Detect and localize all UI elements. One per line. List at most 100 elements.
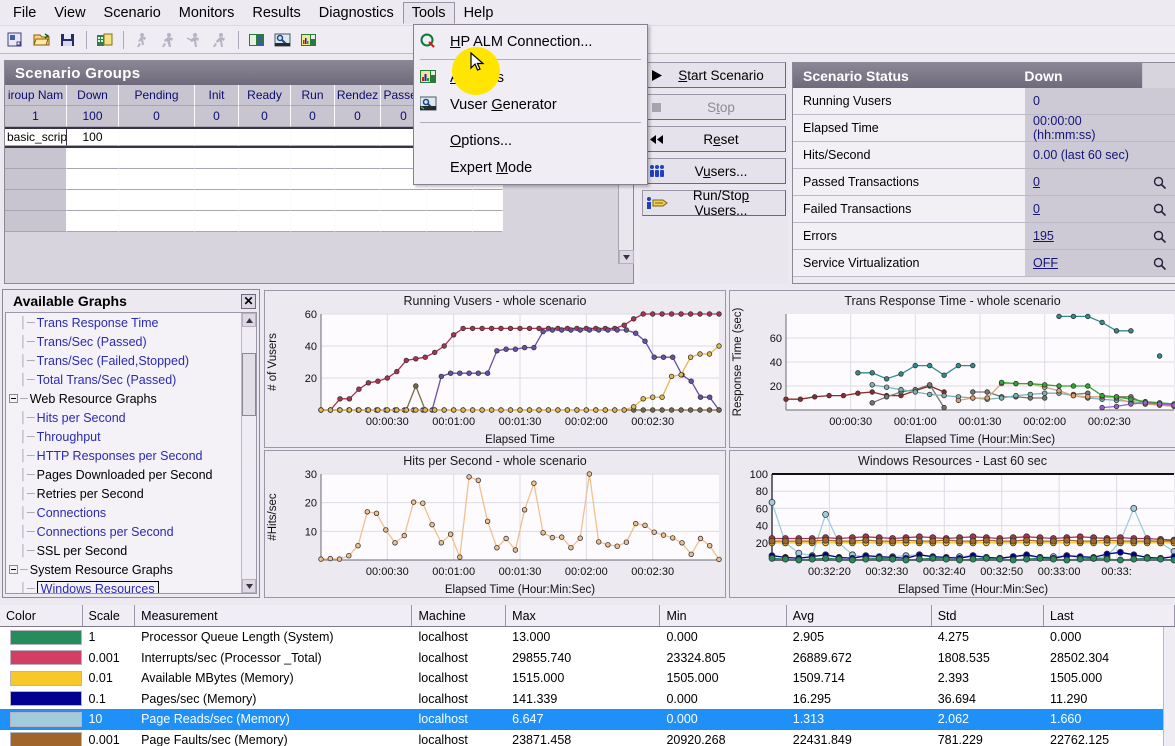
table-row[interactable]: 0.001 Page Faults/sec (Memory) localhost 23…	[0, 730, 1175, 746]
menu-item-file[interactable]: File	[4, 2, 45, 24]
tree-item-ssl-per-second[interactable]: │─ SSL per Second	[6, 541, 240, 560]
chart-windows-resources[interactable]: Windows Resources - Last 60 sec 20 40 60 80…	[729, 450, 1175, 598]
scenario-groups-icon[interactable]	[93, 29, 117, 51]
cell-measurement: Available MBytes (Memory)	[141, 671, 294, 686]
table-row[interactable]: 1 Processor Queue Length (System) localhos…	[0, 627, 1175, 648]
cell-machine: localhost	[418, 732, 468, 746]
magnifier-icon[interactable]	[1143, 250, 1175, 277]
menu-item-results[interactable]: Results	[243, 2, 309, 24]
column-header-measurement[interactable]: Measurement	[135, 605, 413, 626]
start-scenario-button[interactable]: Start Scenario	[642, 62, 786, 88]
status-value-link[interactable]: OFF	[1033, 256, 1058, 270]
tree-item-throughput[interactable]: │─ Throughput	[6, 427, 240, 446]
stop-vusers-icon[interactable]	[156, 29, 180, 51]
scroll-down-icon[interactable]	[619, 250, 634, 264]
reset-vusers-icon[interactable]	[182, 29, 206, 51]
column-header-color[interactable]: Color	[0, 605, 83, 626]
status-value[interactable]: OFF	[1025, 250, 1143, 277]
column-header-max[interactable]: Max	[506, 605, 661, 626]
tree-item-web-resource-graphs[interactable]: ─ Web Resource Graphs	[6, 389, 240, 408]
tree-item-total-trans-sec-passed[interactable]: │─ Total Trans/Sec (Passed)	[6, 370, 240, 389]
tree-item-pages-downloaded-per-second[interactable]: │─ Pages Downloaded per Second	[6, 465, 240, 484]
run-stop-vusers-icon[interactable]	[208, 29, 232, 51]
tree-connector: │─	[20, 525, 35, 538]
vuser-generator-icon[interactable]	[271, 29, 295, 51]
close-icon[interactable]: ✕	[241, 293, 256, 309]
analysis-icon[interactable]	[297, 29, 321, 51]
vusers-button[interactable]: Vusers...	[642, 158, 786, 184]
menu-item-diagnostics[interactable]: Diagnostics	[310, 2, 403, 24]
tree-connector: │─	[20, 487, 35, 500]
cell-measurement: Page Reads/sec (Memory)	[141, 712, 290, 727]
expander-icon[interactable]	[6, 565, 20, 574]
start-vusers-icon[interactable]	[130, 29, 154, 51]
available-graphs-tree[interactable]: │─ Trans Response Time │─ Trans/Sec (Passed…	[5, 312, 257, 594]
save-scenario-icon[interactable]	[56, 29, 80, 51]
run-stop-vusers-button[interactable]: Run/Stop Vusers...	[642, 188, 786, 218]
run-stop-vusers-icon	[643, 196, 671, 210]
menu-item-monitors[interactable]: Monitors	[170, 2, 244, 24]
tree-item-trans-response-time[interactable]: │─ Trans Response Time	[6, 313, 240, 332]
status-value[interactable]: 0	[1025, 196, 1143, 223]
tree-item-retries-per-second[interactable]: │─ Retries per Second	[6, 484, 240, 503]
column-header-std[interactable]: Std	[931, 605, 1045, 626]
magnifier-icon[interactable]	[1143, 169, 1175, 196]
scrollbar-thumb[interactable]	[242, 353, 256, 416]
column-header-machine[interactable]: Machine	[412, 605, 507, 626]
menu-item-scenario[interactable]: Scenario	[95, 2, 170, 24]
table-row[interactable]: 0.001 Interrupts/sec (Processor _Total) lo…	[0, 648, 1175, 669]
tree-item-connections[interactable]: │─ Connections	[6, 503, 240, 522]
menu-item-options[interactable]: Options...	[414, 127, 647, 154]
reset-button[interactable]: Reset	[642, 126, 786, 152]
measurements-scrollbar[interactable]	[1163, 627, 1175, 746]
menu-item-expert-mode[interactable]: Expert Mode	[414, 154, 647, 181]
magnifier-icon[interactable]	[1143, 223, 1175, 250]
svg-text:00:02:00: 00:02:00	[565, 566, 608, 578]
status-value[interactable]: 195	[1025, 223, 1143, 250]
scroll-up-icon[interactable]	[242, 313, 256, 327]
chart-running-vusers[interactable]: Running Vusers - whole scenario 20 40 60 00…	[264, 290, 726, 448]
column-header-scale[interactable]: Scale	[82, 605, 136, 626]
status-value-link[interactable]: 0	[1033, 175, 1040, 189]
design-view-icon[interactable]	[245, 29, 269, 51]
chart-trans-response-time[interactable]: Trans Response Time - whole scenario 20 4…	[729, 290, 1175, 448]
grid-cell	[291, 169, 335, 190]
expander-icon[interactable]	[6, 394, 20, 403]
table-row[interactable]: 0.01 Available MBytes (Memory) localhost 15…	[0, 668, 1175, 689]
column-header-last[interactable]: Last	[1044, 605, 1175, 626]
table-row[interactable]: 10 Page Reads/sec (Memory) localhost 6.647 0…	[0, 709, 1175, 730]
open-scenario-icon[interactable]	[30, 29, 54, 51]
column-header-avg[interactable]: Avg	[786, 605, 932, 626]
status-value-link[interactable]: 195	[1033, 229, 1054, 243]
status-value: 0.00 (last 60 sec)	[1025, 142, 1143, 169]
chart-hits-per-second[interactable]: Hits per Second - whole scenario 10 20 30 0…	[264, 450, 726, 598]
color-swatch-cell	[0, 711, 82, 727]
cell-scale: 0.001	[88, 732, 120, 746]
menu-item-vuser-generator[interactable]: Vuser Generator	[414, 91, 647, 118]
tree-item-trans-sec-failed-stopped[interactable]: │─ Trans/Sec (Failed,Stopped)	[6, 351, 240, 370]
magnifier-icon[interactable]	[1143, 196, 1175, 223]
tree-item-connections-per-second[interactable]: │─ Connections per Second	[6, 522, 240, 541]
menu-item-tools[interactable]: Tools	[402, 1, 455, 24]
table-row[interactable]: 0.1 Pages/sec (Memory) localhost 141.339 0.0…	[0, 689, 1175, 710]
menu-item-help[interactable]: Help	[455, 2, 503, 24]
tree-connector: │─	[20, 373, 35, 386]
scroll-down-icon[interactable]	[242, 579, 256, 593]
tree-item-windows-resources[interactable]: │─ Windows Resources	[6, 579, 240, 593]
menu-item-analysis[interactable]: Analysis	[414, 64, 647, 91]
tree-item-http-responses-per-second[interactable]: │─ HTTP Responses per Second	[6, 446, 240, 465]
tree-scrollbar[interactable]	[241, 313, 256, 593]
menu-item-hp-alm-connection[interactable]: HP ALM Connection...	[414, 28, 647, 55]
tree-item-hits-per-second[interactable]: │─ Hits per Second	[6, 408, 240, 427]
menu-item-label: HP ALM Connection...	[450, 33, 593, 50]
status-value[interactable]: 0	[1025, 169, 1143, 196]
status-value-link[interactable]: 0	[1033, 202, 1040, 216]
cell-last: 1.660	[1050, 712, 1082, 727]
measurements-table[interactable]: Color Scale Measurement Machine Max Min Avg Std…	[0, 605, 1175, 746]
column-header-min[interactable]: Min	[660, 605, 787, 626]
menu-item-view[interactable]: View	[45, 2, 94, 24]
tree-item-system-resource-graphs[interactable]: ─ System Resource Graphs	[6, 560, 240, 579]
svg-text:20: 20	[770, 381, 782, 393]
tree-item-trans-sec-passed[interactable]: │─ Trans/Sec (Passed)	[6, 332, 240, 351]
new-scenario-icon[interactable]	[4, 29, 28, 51]
